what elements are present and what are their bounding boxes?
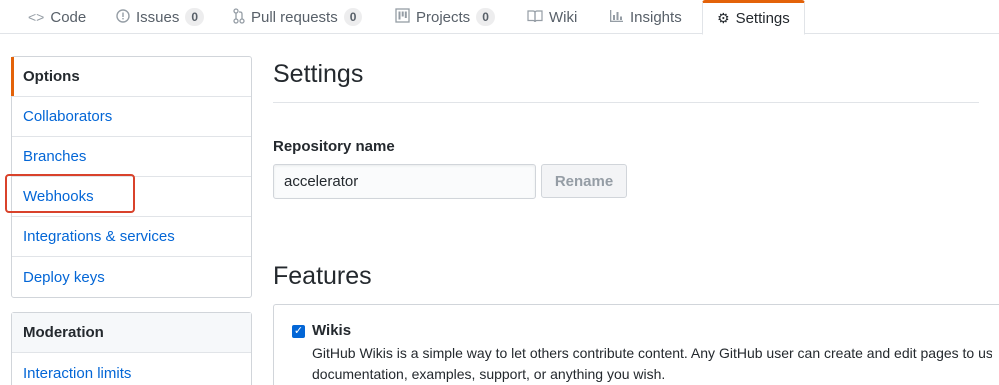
sidebar-item-interaction-limits[interactable]: Interaction limits [12,353,251,385]
sidebar-item-branches[interactable]: Branches [12,137,251,177]
tab-label: Issues [136,8,180,26]
tab-label: Wiki [549,8,578,26]
webhooks-highlight-annotation [5,174,135,213]
sidebar-item-label: Branches [23,148,87,165]
page-title: Settings [273,60,364,88]
graph-icon [609,9,624,26]
pull-requests-counter: 0 [343,8,363,26]
wikis-title: Wikis [312,322,352,339]
title-divider [273,102,979,103]
sidebar-item-collaborators[interactable]: Collaborators [12,97,251,137]
tab-label: Projects [416,8,471,26]
sidebar-item-label: Options [23,68,80,85]
tab-label: Code [50,8,87,26]
tab-wiki[interactable]: Wiki [527,0,577,34]
wikis-description: GitHub Wikis is a simple way to let othe… [312,343,992,385]
project-icon [395,8,410,26]
issues-counter: 0 [185,8,205,26]
sidebar-item-label: Interaction limits [23,364,132,382]
sidebar-item-options[interactable]: Options [11,57,251,97]
tab-pull-requests[interactable]: Pull requests 0 [233,0,363,34]
moderation-sidebar-menu: Moderation Interaction limits [11,312,252,385]
wikis-checkbox[interactable]: ✓ [292,325,305,338]
tab-insights[interactable]: Insights [609,0,682,34]
tab-projects[interactable]: Projects 0 [395,0,495,34]
sidebar-item-deploy-keys[interactable]: Deploy keys [12,257,251,297]
code-icon: <> [28,9,45,25]
features-title: Features [273,262,372,290]
tab-code[interactable]: <> Code [28,0,86,34]
tab-issues[interactable]: Issues 0 [116,0,205,34]
pull-request-icon [233,7,245,27]
sidebar-item-label: Integrations & services [23,228,175,245]
repo-nav-tabs: <> Code Issues 0 Pull requests 0 Project… [0,0,999,35]
tab-label: Pull requests [251,8,338,26]
wikis-description-line: GitHub Wikis is a simple way to let othe… [312,345,992,361]
repository-name-input[interactable] [273,164,536,199]
tab-settings[interactable]: ⚙ Settings [702,0,805,35]
projects-counter: 0 [476,8,495,26]
sidebar-item-label: Deploy keys [23,268,105,286]
moderation-heading: Moderation [12,313,251,353]
wikis-description-line: documentation, examples, support, or any… [312,366,666,382]
tab-label: Insights [630,8,682,26]
book-icon [527,9,543,26]
issue-icon [116,8,130,26]
gear-icon: ⚙ [717,10,730,26]
sidebar-item-label: Collaborators [23,108,113,125]
sidebar-item-integrations-services[interactable]: Integrations & services [12,217,251,257]
rename-button[interactable]: Rename [541,164,627,198]
repository-name-label: Repository name [273,138,395,155]
tab-label: Settings [735,10,790,27]
